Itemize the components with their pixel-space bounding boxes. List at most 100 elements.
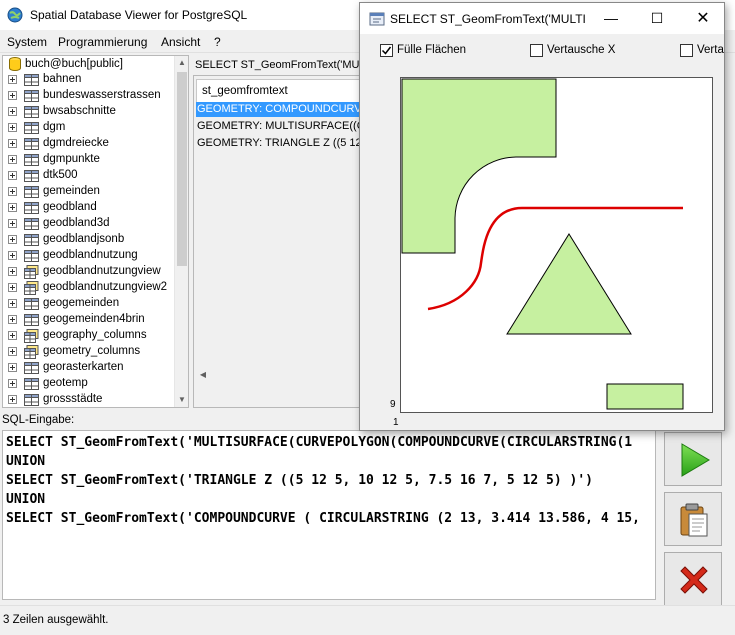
tree-item[interactable]: bahnen <box>3 72 178 88</box>
swap-y-label[interactable]: Verta <box>697 44 724 56</box>
tree-root-label: buch@buch[public] <box>25 58 123 70</box>
swap-y-checkbox[interactable] <box>680 44 693 57</box>
expand-icon[interactable] <box>8 107 17 116</box>
tree-item[interactable]: geogemeinden <box>3 296 178 312</box>
expand-icon[interactable] <box>8 203 17 212</box>
database-tree: buch@buch[public] bahnen bundeswasserstra… <box>2 55 189 408</box>
tree-item[interactable]: geogemeinden4brin <box>3 312 178 328</box>
tree-item-label: geogemeinden <box>43 297 120 309</box>
tree-item[interactable]: geodbland3d <box>3 216 178 232</box>
result-hscrollbar[interactable]: ◀ <box>194 368 362 382</box>
expand-icon[interactable] <box>8 139 17 148</box>
maximize-icon[interactable]: ☐ <box>634 3 680 34</box>
result-column-header[interactable]: st_geomfromtext <box>196 79 361 103</box>
result-row[interactable]: GEOMETRY: COMPOUNDCURVE(C <box>196 102 362 117</box>
tree-root[interactable]: buch@buch[public] <box>3 56 178 72</box>
expand-icon[interactable] <box>8 251 17 260</box>
geometry-window-title: SELECT ST_GeomFromText('MULTIS... <box>390 12 585 26</box>
x-axis-label: 1 <box>393 417 399 428</box>
menu-programmierung[interactable]: Programmierung <box>58 35 147 49</box>
table-icon <box>24 362 39 374</box>
clear-button[interactable] <box>664 552 722 606</box>
tree-item[interactable]: geodblandnutzung <box>3 248 178 264</box>
tree-item[interactable]: bwsabschnitte <box>3 104 178 120</box>
tree-item[interactable]: dgm <box>3 120 178 136</box>
close-icon[interactable]: ✕ <box>680 3 724 34</box>
expand-icon[interactable] <box>8 187 17 196</box>
tree-item-label: bundeswasserstrassen <box>43 89 161 101</box>
tree-item[interactable]: geodbland <box>3 200 178 216</box>
tree-item-label: dtk500 <box>43 169 78 181</box>
sql-input-label: SQL-Eingabe: <box>2 414 75 426</box>
geometry-window-title-bar[interactable]: SELECT ST_GeomFromText('MULTIS... — ☐ ✕ <box>360 3 724 34</box>
tree-item[interactable]: georasterkarten <box>3 360 178 376</box>
run-query-button[interactable] <box>664 432 722 486</box>
minimize-icon[interactable]: — <box>588 3 634 34</box>
expand-icon[interactable] <box>8 155 17 164</box>
tree-item[interactable]: gemeinden <box>3 184 178 200</box>
tree-item[interactable]: geodblandjsonb <box>3 232 178 248</box>
expand-icon[interactable] <box>8 283 17 292</box>
scroll-left-arrow-icon[interactable]: ◀ <box>196 368 210 382</box>
expand-icon[interactable] <box>8 171 17 180</box>
expand-icon[interactable] <box>8 123 17 132</box>
tree-item-label: dgmpunkte <box>43 153 100 165</box>
table-icon <box>24 74 39 86</box>
tree-item[interactable]: dtk500 <box>3 168 178 184</box>
swap-x-checkbox[interactable] <box>530 44 543 57</box>
tree-item-label: bwsabschnitte <box>43 105 116 117</box>
menu-help[interactable]: ? <box>214 35 221 49</box>
tree-item-label: grossstädte <box>43 393 103 405</box>
swap-x-label[interactable]: Vertausche X <box>547 44 615 56</box>
tree-scroll-thumb[interactable] <box>177 72 187 266</box>
result-row[interactable]: GEOMETRY: MULTISURFACE((CO <box>196 119 362 134</box>
expand-icon[interactable] <box>8 395 17 404</box>
scroll-up-arrow-icon[interactable]: ▲ <box>175 56 188 70</box>
table-icon <box>24 122 39 134</box>
tree-item[interactable]: geometry_columns <box>3 344 178 360</box>
expand-icon[interactable] <box>8 219 17 228</box>
geometry-canvas[interactable] <box>400 77 713 413</box>
menu-system[interactable]: System <box>7 35 47 49</box>
expand-icon[interactable] <box>8 91 17 100</box>
tree-item[interactable]: geotemp <box>3 376 178 392</box>
tree-item[interactable]: bundeswasserstrassen <box>3 88 178 104</box>
tree-item[interactable]: geodblandnutzungview <box>3 264 178 280</box>
fill-areas-checkbox[interactable] <box>380 44 393 57</box>
result-query-text: SELECT ST_GeomFromText('MULTIS <box>195 59 382 71</box>
menu-ansicht[interactable]: Ansicht <box>161 35 200 49</box>
table-icon <box>24 170 39 182</box>
geometry-viewer-window: SELECT ST_GeomFromText('MULTIS... — ☐ ✕ … <box>359 2 725 431</box>
expand-icon[interactable] <box>8 299 17 308</box>
expand-icon[interactable] <box>8 379 17 388</box>
scroll-down-arrow-icon[interactable]: ▼ <box>175 393 188 407</box>
expand-icon[interactable] <box>8 235 17 244</box>
tree-item[interactable]: grossstädte <box>3 392 178 407</box>
tree-item[interactable]: geodblandnutzungview2 <box>3 280 178 296</box>
tree-item-label: gemeinden <box>43 185 100 197</box>
table-icon <box>24 378 39 390</box>
expand-icon[interactable] <box>8 267 17 276</box>
table-icon <box>24 138 39 150</box>
fill-areas-label[interactable]: Fülle Flächen <box>397 44 466 56</box>
result-query-bar: SELECT ST_GeomFromText('MULTIS <box>193 56 382 74</box>
expand-icon[interactable] <box>8 75 17 84</box>
paste-button[interactable] <box>664 492 722 546</box>
tree-item[interactable]: dgmpunkte <box>3 152 178 168</box>
result-row[interactable]: GEOMETRY: TRIANGLE Z ((5 12 5, <box>196 136 362 151</box>
status-bar: 3 Zeilen ausgewählt. <box>0 605 735 635</box>
sql-line: UNION <box>6 454 46 469</box>
expand-icon[interactable] <box>8 363 17 372</box>
view-icon <box>24 329 39 343</box>
view-icon <box>24 281 39 295</box>
expand-icon[interactable] <box>8 331 17 340</box>
sql-input-editor[interactable]: SELECT ST_GeomFromText('MULTISURFACE(CUR… <box>2 430 656 600</box>
result-table: st_geomfromtext GEOMETRY: COMPOUNDCURVE(… <box>193 75 363 408</box>
tree-item[interactable]: geography_columns <box>3 328 178 344</box>
tree-item-label: dgmdreiecke <box>43 137 109 149</box>
expand-icon[interactable] <box>8 347 17 356</box>
expand-icon[interactable] <box>8 315 17 324</box>
table-icon <box>24 218 39 230</box>
tree-item[interactable]: dgmdreiecke <box>3 136 178 152</box>
tree-scrollbar[interactable]: ▲ ▼ <box>174 56 188 407</box>
